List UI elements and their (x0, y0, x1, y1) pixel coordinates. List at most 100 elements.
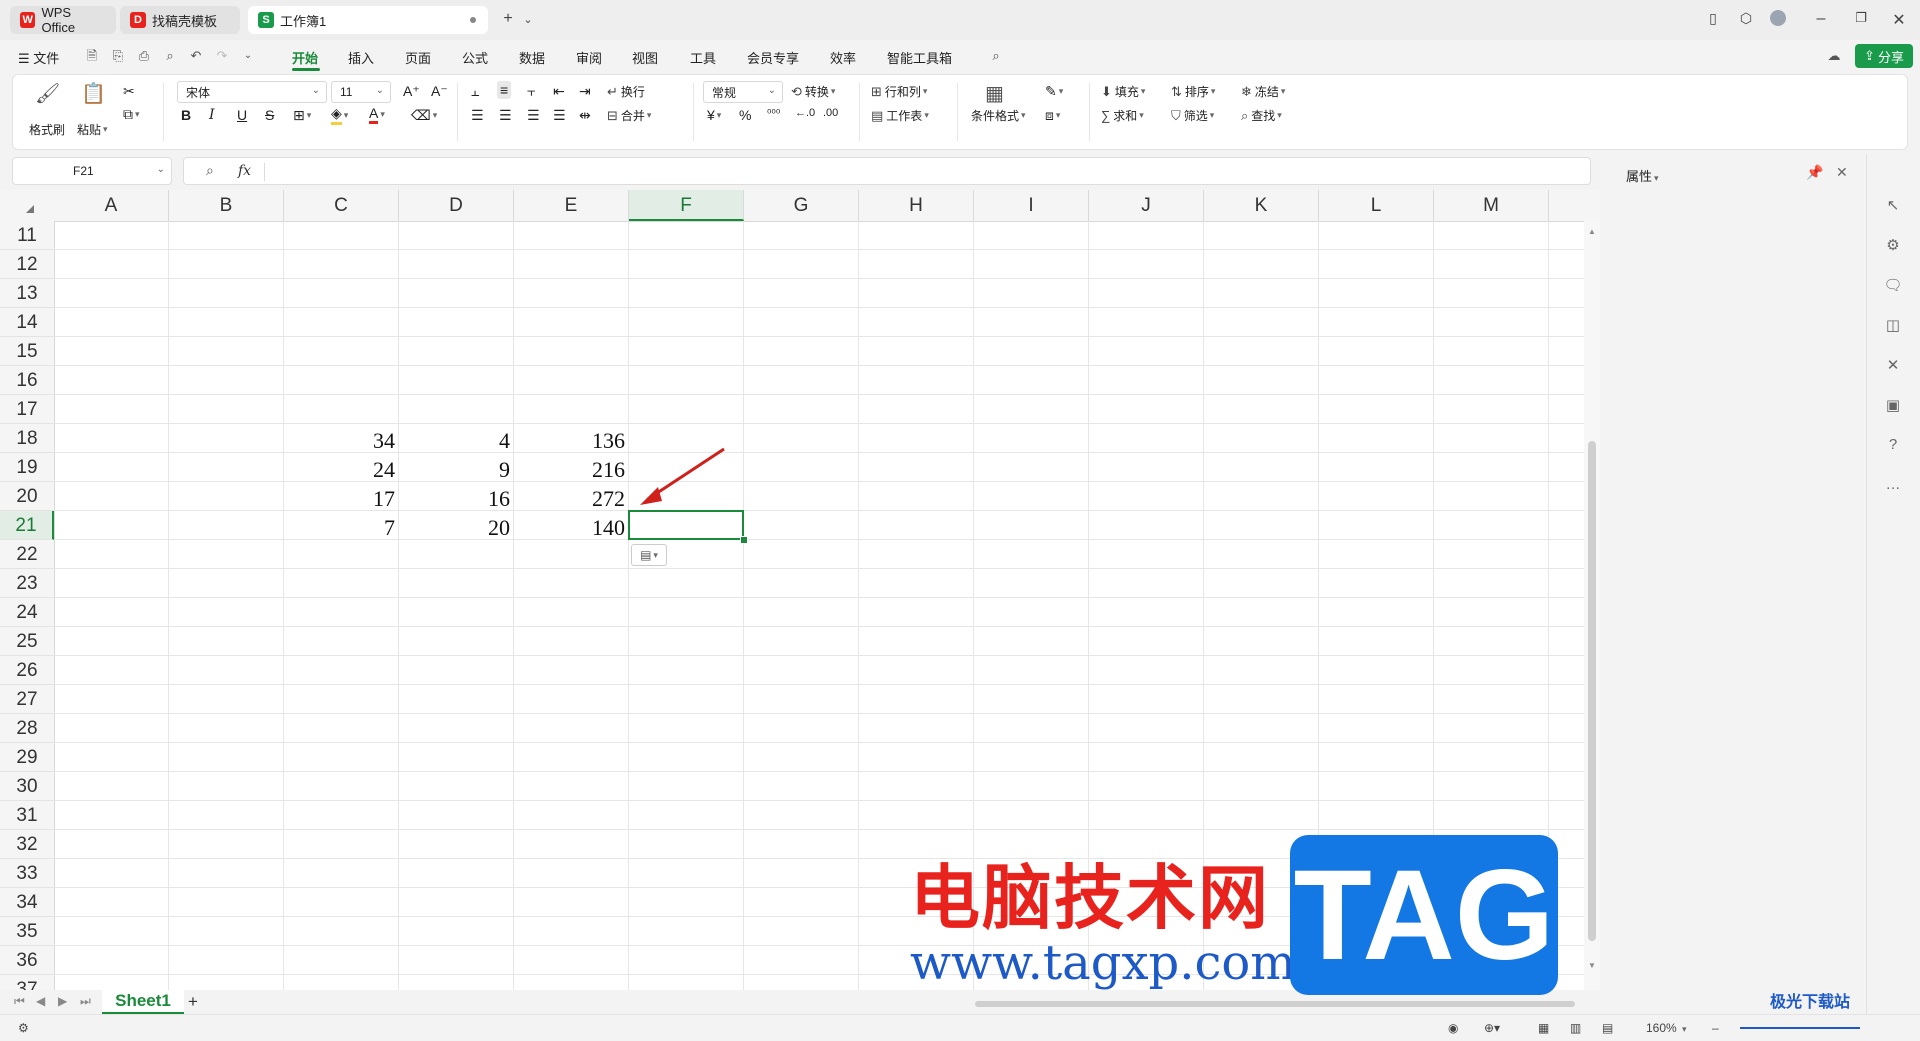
align-bottom-icon[interactable]: ⫟ (527, 83, 535, 100)
adjust-icon[interactable]: ⚙ (1883, 236, 1903, 256)
conditional-format-button[interactable]: 条件格式 ▾ (971, 107, 1026, 124)
decimal-decrease-icon[interactable]: .00 (823, 107, 838, 119)
cloud-icon[interactable]: ☁ (1826, 48, 1842, 64)
quick-access-chevron-icon[interactable]: ⌄ (240, 48, 256, 64)
wrap-text-button[interactable]: ↵ 换行 (607, 83, 645, 100)
macro-icon[interactable]: ⚙ (18, 1021, 29, 1035)
cell-c21[interactable]: 7 (284, 511, 399, 540)
underline-button[interactable]: U (237, 107, 247, 123)
formula-input[interactable]: ⌕ fx (183, 157, 1591, 185)
layout-icon[interactable]: ▯ (1703, 10, 1723, 27)
share-button[interactable]: ⇪ 分享 (1855, 44, 1913, 68)
column-header-j[interactable]: J (1089, 190, 1204, 221)
row-header-20[interactable]: 20 (0, 482, 54, 511)
search-icon[interactable]: ⌕ (988, 48, 1004, 64)
properties-title[interactable]: 属性 ▾ (1626, 166, 1659, 185)
minimize-icon[interactable]: – (1811, 10, 1831, 28)
row-header-32[interactable]: 32 (0, 830, 54, 859)
align-right-icon[interactable]: ☰ (527, 107, 540, 124)
currency-button[interactable]: ¥ ▾ (707, 107, 721, 123)
cell-c20[interactable]: 17 (284, 482, 399, 511)
format-painter-button[interactable]: 格式刷 (29, 121, 65, 138)
menu-page[interactable]: 页面 (405, 48, 431, 67)
row-header-31[interactable]: 31 (0, 801, 54, 830)
column-header-c[interactable]: C (284, 190, 399, 221)
number-format-select[interactable]: 常规 ⌄ (703, 81, 783, 103)
name-box[interactable]: F21 ⌄ (12, 157, 172, 185)
row-header-24[interactable]: 24 (0, 598, 54, 627)
menu-efficiency[interactable]: 效率 (830, 48, 856, 67)
vertical-scrollbar[interactable]: ▲ ▼ (1584, 221, 1600, 990)
normal-view-icon[interactable]: ▦ (1538, 1021, 1549, 1035)
column-header-i[interactable]: I (974, 190, 1089, 221)
row-header-26[interactable]: 26 (0, 656, 54, 685)
cell-border-icon[interactable]: ⧈ ▾ (1045, 107, 1060, 124)
bold-button[interactable]: B (181, 107, 191, 123)
zoom-out-icon[interactable]: – (1712, 1021, 1719, 1035)
insert-function-button[interactable]: fx (238, 163, 251, 179)
cell-c18[interactable]: 34 (284, 424, 399, 453)
cell-e19[interactable]: 216 (514, 453, 629, 482)
distribute-icon[interactable]: ⇹ (579, 107, 591, 124)
first-sheet-icon[interactable]: ⏮ (14, 994, 25, 1009)
row-header-21[interactable]: 21 (0, 511, 54, 540)
file-menu[interactable]: ☰ 文件 (18, 48, 59, 67)
avatar[interactable] (1768, 10, 1788, 31)
column-header-k[interactable]: K (1204, 190, 1319, 221)
justify-icon[interactable]: ☰ (553, 107, 566, 124)
indent-decrease-icon[interactable]: ⇤ (553, 83, 565, 100)
sheet-tab-sheet1[interactable]: Sheet1 (102, 990, 184, 1014)
page-layout-icon[interactable]: ▥ (1570, 1021, 1581, 1035)
redo-icon[interactable]: ↷ (214, 48, 230, 64)
row-header-30[interactable]: 30 (0, 772, 54, 801)
freeze-button[interactable]: ❄ 冻结 ▾ (1241, 83, 1285, 100)
save-icon[interactable]: 🗎 (84, 48, 100, 64)
page-break-icon[interactable]: ▤ (1602, 1021, 1613, 1035)
cell-style-icon[interactable]: ✎ ▾ (1045, 83, 1063, 100)
row-header-28[interactable]: 28 (0, 714, 54, 743)
column-header-h[interactable]: H (859, 190, 974, 221)
clear-format-icon[interactable]: ⌫ ▾ (411, 107, 437, 124)
tools-icon[interactable]: ✕ (1883, 356, 1903, 376)
align-middle-icon[interactable]: ≡ (497, 81, 512, 99)
worksheet-button[interactable]: ▤ 工作表 ▾ (871, 107, 929, 124)
paste-button[interactable]: 粘贴 ▾ (77, 121, 108, 138)
cell-d21[interactable]: 20 (399, 511, 514, 540)
focus-mode-icon[interactable]: ⊕▾ (1484, 1021, 1500, 1035)
row-header-13[interactable]: 13 (0, 279, 54, 308)
copy-icon[interactable]: ⧉ ▾ (123, 106, 140, 123)
restore-icon[interactable]: ❐ (1851, 10, 1871, 26)
zoom-slider[interactable] (1740, 1027, 1860, 1029)
cell-c19[interactable]: 24 (284, 453, 399, 482)
fill-handle[interactable] (740, 536, 748, 544)
cell-e20[interactable]: 272 (514, 482, 629, 511)
font-color-icon[interactable]: A ▾ (369, 105, 385, 124)
vertical-scroll-thumb[interactable] (1588, 441, 1596, 941)
prev-sheet-icon[interactable]: ◀ (36, 994, 45, 1008)
cell-e21[interactable]: 140 (514, 511, 629, 540)
fill-button[interactable]: ⬇ 填充 ▾ (1101, 83, 1145, 100)
cut-icon[interactable]: ✂ (123, 83, 135, 100)
row-header-33[interactable]: 33 (0, 859, 54, 888)
menu-view[interactable]: 视图 (632, 48, 658, 67)
row-header-22[interactable]: 22 (0, 540, 54, 569)
align-center-icon[interactable]: ☰ (499, 107, 512, 124)
thousands-separator-icon[interactable]: ⁰⁰⁰ (767, 107, 780, 120)
menu-member[interactable]: 会员专享 (747, 48, 799, 67)
format-painter-icon[interactable]: 🖌 (35, 81, 60, 106)
column-header-m[interactable]: M (1434, 190, 1549, 221)
menu-tools[interactable]: 工具 (690, 48, 716, 67)
select-all-corner[interactable] (0, 190, 54, 221)
column-header-a[interactable]: A (54, 190, 169, 221)
align-top-icon[interactable]: ⫠ (471, 83, 479, 100)
row-header-23[interactable]: 23 (0, 569, 54, 598)
column-header-g[interactable]: G (744, 190, 859, 221)
column-header-f[interactable]: F (629, 190, 744, 221)
tab-list-chevron-icon[interactable]: ⌄ (518, 13, 538, 26)
scroll-up-icon[interactable]: ▲ (1588, 227, 1596, 236)
row-header-15[interactable]: 15 (0, 337, 54, 366)
row-header-34[interactable]: 34 (0, 888, 54, 917)
last-sheet-icon[interactable]: ⏭ (80, 994, 91, 1009)
add-sheet-button[interactable]: + (188, 992, 198, 1012)
tab-wps-office[interactable]: W WPS Office (10, 5, 116, 35)
